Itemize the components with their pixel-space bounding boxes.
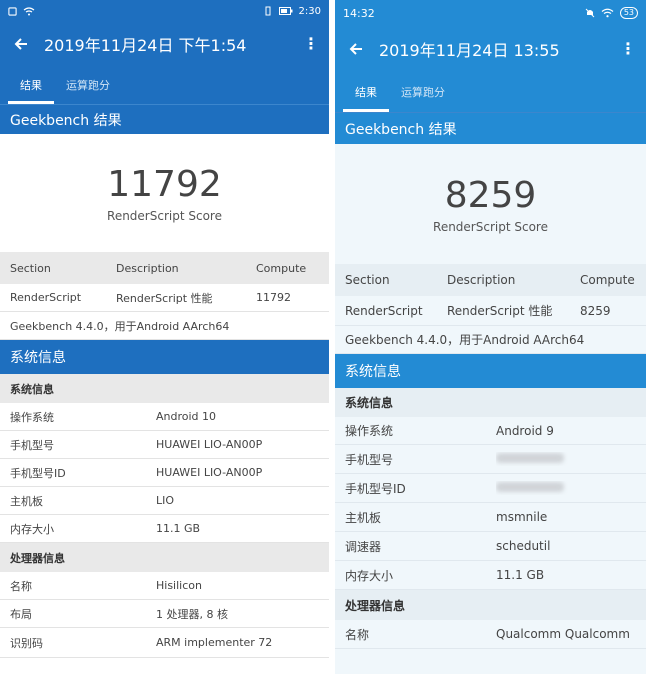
table-row: RenderScript RenderScript 性能 11792: [0, 284, 329, 312]
col-section: Section: [10, 261, 51, 275]
processor-info-subheader: 处理器信息: [0, 543, 329, 572]
geekbench-results-header: Geekbench 结果: [0, 104, 329, 134]
info-row: 手机型号 HUAWEI LIO-AN00P: [0, 431, 329, 459]
wifi-icon: [601, 8, 614, 18]
table-row: RenderScript RenderScript 性能 8259: [335, 296, 646, 326]
score-block: 8259 RenderScript Score: [335, 144, 646, 264]
result-date-title: 2019年11月24日 13:55: [379, 41, 560, 60]
wifi-icon: [23, 6, 35, 16]
system-info-subheader: 系统信息: [335, 388, 646, 417]
col-compute: Compute: [580, 273, 635, 287]
battery-icon: 53: [619, 7, 638, 19]
renderscript-score: 8259: [444, 174, 537, 216]
info-row: 布局 1 处理器, 8 核: [0, 600, 329, 628]
redacted-value: [496, 453, 564, 463]
geekbench-version: Geekbench 4.4.0，用于Android AArch64: [0, 312, 329, 340]
edge: [646, 0, 650, 674]
app-bar: 2019年11月24日 13:55 ⋮: [335, 26, 646, 72]
tab-bar: 结果 运算跑分: [335, 72, 646, 112]
system-info-header: 系统信息: [0, 340, 329, 374]
col-section: Section: [345, 273, 390, 287]
geekbench-version: Geekbench 4.4.0，用于Android AArch64: [335, 326, 646, 354]
processor-info-subheader: 处理器信息: [335, 590, 646, 620]
mute-icon: [585, 8, 595, 18]
results-table-header: Section Description Compute: [0, 252, 329, 284]
left-phone-screen: 2:30 2019年11月24日 下午1:54 ⋮ 结果 运算跑分 Geekbe…: [0, 0, 329, 674]
info-row: 手机型号ID: [335, 474, 646, 503]
tab-benchmark[interactable]: 运算跑分: [389, 72, 457, 112]
system-info-subheader: 系统信息: [0, 374, 329, 403]
more-options-icon[interactable]: ⋮: [620, 41, 636, 57]
tab-results[interactable]: 结果: [8, 66, 54, 104]
notification-icon: [8, 6, 17, 16]
status-bar: 2:30: [0, 0, 329, 22]
col-compute: Compute: [256, 261, 307, 275]
tab-benchmark[interactable]: 运算跑分: [54, 66, 122, 104]
result-date-title: 2019年11月24日 下午1:54: [44, 36, 247, 55]
tab-bar: 结果 运算跑分: [0, 66, 329, 104]
info-row: 名称 Hisilicon: [0, 572, 329, 600]
status-bar: 14:32 53: [335, 0, 646, 26]
more-options-icon[interactable]: ⋮: [303, 36, 319, 52]
status-time: 2:30: [298, 5, 321, 17]
info-row: 手机型号ID HUAWEI LIO-AN00P: [0, 459, 329, 487]
col-description: Description: [116, 261, 179, 275]
app-bar: 2019年11月24日 下午1:54 ⋮: [0, 22, 329, 66]
info-row: 内存大小 11.1 GB: [335, 561, 646, 590]
battery-icon: [278, 7, 293, 15]
info-row: 操作系统 Android 9: [335, 417, 646, 445]
info-row: 内存大小 11.1 GB: [0, 515, 329, 543]
back-arrow-icon[interactable]: [345, 38, 367, 60]
score-block: 11792 RenderScript Score: [0, 134, 329, 252]
info-row: 操作系统 Android 10: [0, 403, 329, 431]
geekbench-results-header: Geekbench 结果: [335, 112, 646, 144]
info-row: 手机型号: [335, 445, 646, 474]
score-label: RenderScript Score: [433, 219, 548, 234]
status-time: 14:32: [343, 6, 375, 20]
info-row: 识别码 ARM implementer 72: [0, 628, 329, 658]
right-phone-screen: 14:32 53 2019年11月24日 13:55 ⋮ 结果 运算跑分 Gee…: [335, 0, 646, 674]
info-row: 主机板 LIO: [0, 487, 329, 515]
back-arrow-icon[interactable]: [10, 33, 32, 55]
system-info-header: 系统信息: [335, 354, 646, 388]
renderscript-score: 11792: [107, 163, 222, 205]
vibrate-icon: [263, 6, 273, 16]
info-row: 调速器 schedutil: [335, 532, 646, 561]
score-label: RenderScript Score: [107, 208, 222, 223]
results-table-header: Section Description Compute: [335, 264, 646, 296]
info-row: 名称 Qualcomm Qualcomm: [335, 620, 646, 649]
tab-results[interactable]: 结果: [343, 72, 389, 112]
info-row: 主机板 msmnile: [335, 503, 646, 532]
redacted-value: [496, 482, 564, 492]
col-description: Description: [447, 273, 516, 287]
